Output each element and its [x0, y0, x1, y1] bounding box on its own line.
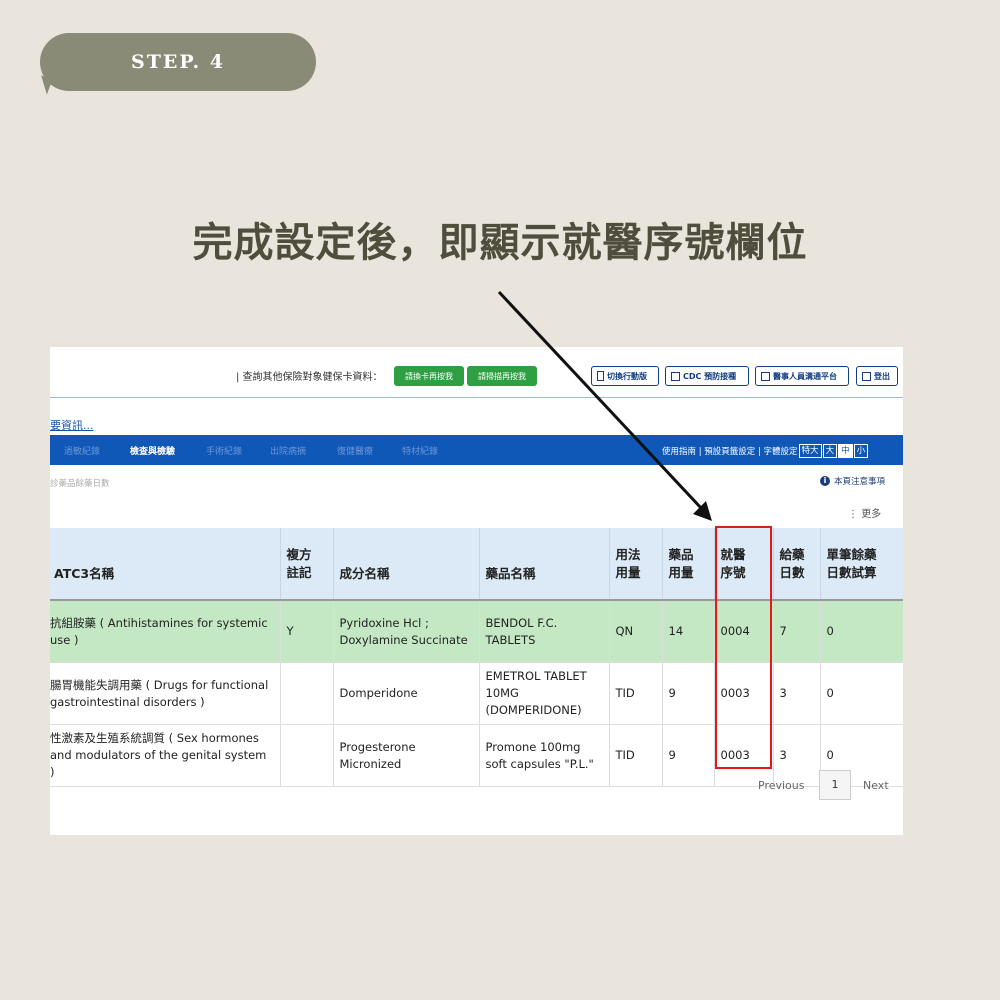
pointer-arrow	[497, 290, 712, 521]
